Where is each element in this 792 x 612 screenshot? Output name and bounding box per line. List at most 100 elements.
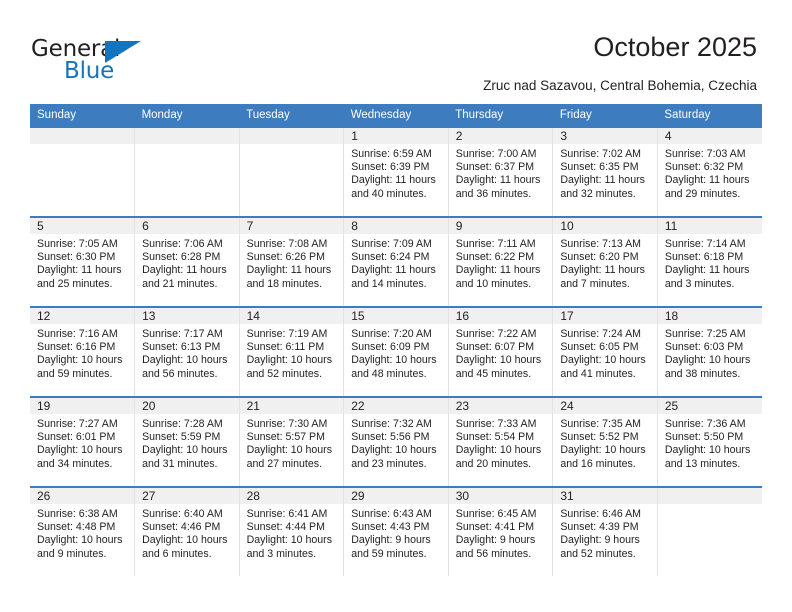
sunset-text: Sunset: 4:43 PM [351, 521, 430, 534]
day-cell[interactable]: 29 Sunrise: 6:43 AM Sunset: 4:43 PM Dayl… [343, 486, 449, 576]
sunrise-text: Sunrise: 7:02 AM [560, 148, 641, 160]
day-cell[interactable]: 30 Sunrise: 6:45 AM Sunset: 4:41 PM Dayl… [448, 486, 554, 576]
day-cell[interactable]: 14 Sunrise: 7:19 AM Sunset: 6:11 PM Dayl… [239, 306, 345, 397]
day-cell[interactable]: 19 Sunrise: 7:27 AM Sunset: 6:01 PM Dayl… [30, 396, 136, 487]
sunrise-text: Sunrise: 7:08 AM [246, 238, 328, 250]
day-details [658, 504, 762, 508]
calendar-week-row: 19 Sunrise: 7:27 AM Sunset: 6:01 PM Dayl… [30, 396, 762, 487]
calendar-header-row: Sunday Monday Tuesday Wednesday Thursday… [30, 104, 762, 127]
sunset-text: Sunset: 5:59 PM [142, 431, 221, 444]
sunset-text: Sunset: 5:57 PM [246, 431, 325, 444]
weekday-header-monday: Monday [134, 104, 240, 127]
sunrise-text: Sunrise: 7:16 AM [37, 328, 118, 340]
daylight-text-line2: and 14 minutes. [351, 277, 427, 290]
daylight-text-line1: Daylight: 10 hours [560, 444, 646, 457]
day-cell[interactable]: 15 Sunrise: 7:20 AM Sunset: 6:09 PM Dayl… [343, 306, 449, 397]
sunrise-text: Sunrise: 7:11 AM [455, 238, 536, 250]
day-cell[interactable] [134, 126, 240, 217]
day-details: Sunrise: 7:08 AM Sunset: 6:26 PM Dayligh… [240, 234, 344, 291]
day-cell[interactable] [30, 126, 136, 217]
general-blue-logo[interactable]: General Blue [31, 36, 211, 88]
sunrise-text: Sunrise: 7:30 AM [246, 418, 328, 430]
daylight-text-line2: and 25 minutes. [37, 277, 113, 290]
day-cell[interactable]: 22 Sunrise: 7:32 AM Sunset: 5:56 PM Dayl… [343, 396, 449, 487]
day-cell[interactable]: 12 Sunrise: 7:16 AM Sunset: 6:16 PM Dayl… [30, 306, 136, 397]
day-details: Sunrise: 7:36 AM Sunset: 5:50 PM Dayligh… [658, 414, 762, 471]
day-cell[interactable] [239, 126, 345, 217]
day-cell[interactable]: 28 Sunrise: 6:41 AM Sunset: 4:44 PM Dayl… [239, 486, 345, 576]
daylight-text-line1: Daylight: 10 hours [455, 354, 542, 367]
day-cell[interactable]: 24 Sunrise: 7:35 AM Sunset: 5:52 PM Dayl… [552, 396, 658, 487]
logo-text-blue: Blue [64, 58, 115, 84]
daylight-text-line1: Daylight: 11 hours [455, 174, 541, 187]
daylight-text-line1: Daylight: 10 hours [37, 354, 123, 367]
day-cell[interactable]: 21 Sunrise: 7:30 AM Sunset: 5:57 PM Dayl… [239, 396, 345, 487]
daylight-text-line2: and 41 minutes. [560, 367, 636, 380]
daylight-text-line1: Daylight: 11 hours [664, 174, 750, 187]
day-number: 30 [448, 488, 553, 504]
day-cell[interactable]: 8 Sunrise: 7:09 AM Sunset: 6:24 PM Dayli… [343, 216, 449, 307]
day-cell[interactable]: 18 Sunrise: 7:25 AM Sunset: 6:03 PM Dayl… [657, 306, 762, 397]
day-cell[interactable]: 10 Sunrise: 7:13 AM Sunset: 6:20 PM Dayl… [552, 216, 658, 307]
sunrise-text: Sunrise: 6:40 AM [142, 508, 223, 520]
daylight-text-line1: Daylight: 11 hours [37, 264, 122, 277]
sunrise-text: Sunrise: 7:20 AM [351, 328, 432, 340]
calendar-week-row: 5 Sunrise: 7:05 AM Sunset: 6:30 PM Dayli… [30, 216, 762, 307]
day-cell[interactable]: 6 Sunrise: 7:06 AM Sunset: 6:28 PM Dayli… [134, 216, 240, 307]
daylight-text-line2: and 27 minutes. [246, 457, 323, 470]
day-cell[interactable]: 5 Sunrise: 7:05 AM Sunset: 6:30 PM Dayli… [30, 216, 136, 307]
daylight-text-line1: Daylight: 10 hours [455, 444, 542, 457]
sunset-text: Sunset: 6:20 PM [560, 251, 639, 264]
day-cell[interactable]: 25 Sunrise: 7:36 AM Sunset: 5:50 PM Dayl… [657, 396, 762, 487]
daylight-text-line1: Daylight: 11 hours [560, 174, 645, 187]
day-details: Sunrise: 7:17 AM Sunset: 6:13 PM Dayligh… [135, 324, 239, 381]
day-cell[interactable]: 11 Sunrise: 7:14 AM Sunset: 6:18 PM Dayl… [657, 216, 762, 307]
sunrise-text: Sunrise: 7:25 AM [664, 328, 746, 340]
sunset-text: Sunset: 6:22 PM [455, 251, 535, 264]
day-cell[interactable]: 23 Sunrise: 7:33 AM Sunset: 5:54 PM Dayl… [448, 396, 554, 487]
day-details [135, 144, 239, 148]
sunrise-text: Sunrise: 7:17 AM [142, 328, 223, 340]
weekday-header-saturday: Saturday [657, 104, 762, 127]
daylight-text-line1: Daylight: 10 hours [142, 444, 228, 457]
day-cell[interactable]: 7 Sunrise: 7:08 AM Sunset: 6:26 PM Dayli… [239, 216, 345, 307]
day-number: 22 [344, 398, 448, 414]
day-details: Sunrise: 7:03 AM Sunset: 6:32 PM Dayligh… [658, 144, 762, 201]
daylight-text-line1: Daylight: 10 hours [37, 444, 123, 457]
sunset-text: Sunset: 5:52 PM [560, 431, 639, 444]
sunrise-text: Sunrise: 7:36 AM [664, 418, 746, 430]
daylight-text-line2: and 9 minutes. [37, 547, 107, 560]
weekday-header-sunday: Sunday [30, 104, 135, 127]
day-cell[interactable]: 16 Sunrise: 7:22 AM Sunset: 6:07 PM Dayl… [448, 306, 554, 397]
sunrise-text: Sunrise: 7:05 AM [37, 238, 118, 250]
day-details: Sunrise: 7:09 AM Sunset: 6:24 PM Dayligh… [344, 234, 448, 291]
day-cell[interactable]: 27 Sunrise: 6:40 AM Sunset: 4:46 PM Dayl… [134, 486, 240, 576]
day-cell[interactable]: 17 Sunrise: 7:24 AM Sunset: 6:05 PM Dayl… [552, 306, 658, 397]
sunrise-text: Sunrise: 7:22 AM [455, 328, 537, 340]
day-cell[interactable]: 26 Sunrise: 6:38 AM Sunset: 4:48 PM Dayl… [30, 486, 136, 576]
daylight-text-line2: and 34 minutes. [37, 457, 113, 470]
day-details: Sunrise: 7:19 AM Sunset: 6:11 PM Dayligh… [240, 324, 344, 381]
day-cell[interactable]: 20 Sunrise: 7:28 AM Sunset: 5:59 PM Dayl… [134, 396, 240, 487]
daylight-text-line2: and 52 minutes. [246, 367, 323, 380]
daylight-text-line1: Daylight: 11 hours [246, 264, 332, 277]
day-cell[interactable]: 2 Sunrise: 7:00 AM Sunset: 6:37 PM Dayli… [448, 126, 554, 217]
sunset-text: Sunset: 6:09 PM [351, 341, 430, 354]
daylight-text-line2: and 3 minutes. [664, 277, 735, 290]
day-number: 15 [344, 308, 448, 324]
day-number: 23 [448, 398, 553, 414]
day-cell[interactable]: 9 Sunrise: 7:11 AM Sunset: 6:22 PM Dayli… [448, 216, 554, 307]
sunrise-text: Sunrise: 6:45 AM [455, 508, 537, 520]
daylight-text-line1: Daylight: 10 hours [664, 444, 751, 457]
day-cell[interactable] [657, 486, 762, 576]
page-subtitle: Zruc nad Sazavou, Central Bohemia, Czech… [483, 78, 757, 93]
day-number: 7 [239, 218, 344, 234]
day-number: 5 [30, 218, 135, 234]
sunset-text: Sunset: 6:05 PM [560, 341, 639, 354]
day-cell[interactable]: 13 Sunrise: 7:17 AM Sunset: 6:13 PM Dayl… [134, 306, 240, 397]
day-cell[interactable]: 3 Sunrise: 7:02 AM Sunset: 6:35 PM Dayli… [552, 126, 658, 217]
day-cell[interactable]: 1 Sunrise: 6:59 AM Sunset: 6:39 PM Dayli… [343, 126, 449, 217]
day-cell[interactable]: 4 Sunrise: 7:03 AM Sunset: 6:32 PM Dayli… [657, 126, 762, 217]
sunrise-text: Sunrise: 7:14 AM [664, 238, 746, 250]
day-cell[interactable]: 31 Sunrise: 6:46 AM Sunset: 4:39 PM Dayl… [552, 486, 658, 576]
